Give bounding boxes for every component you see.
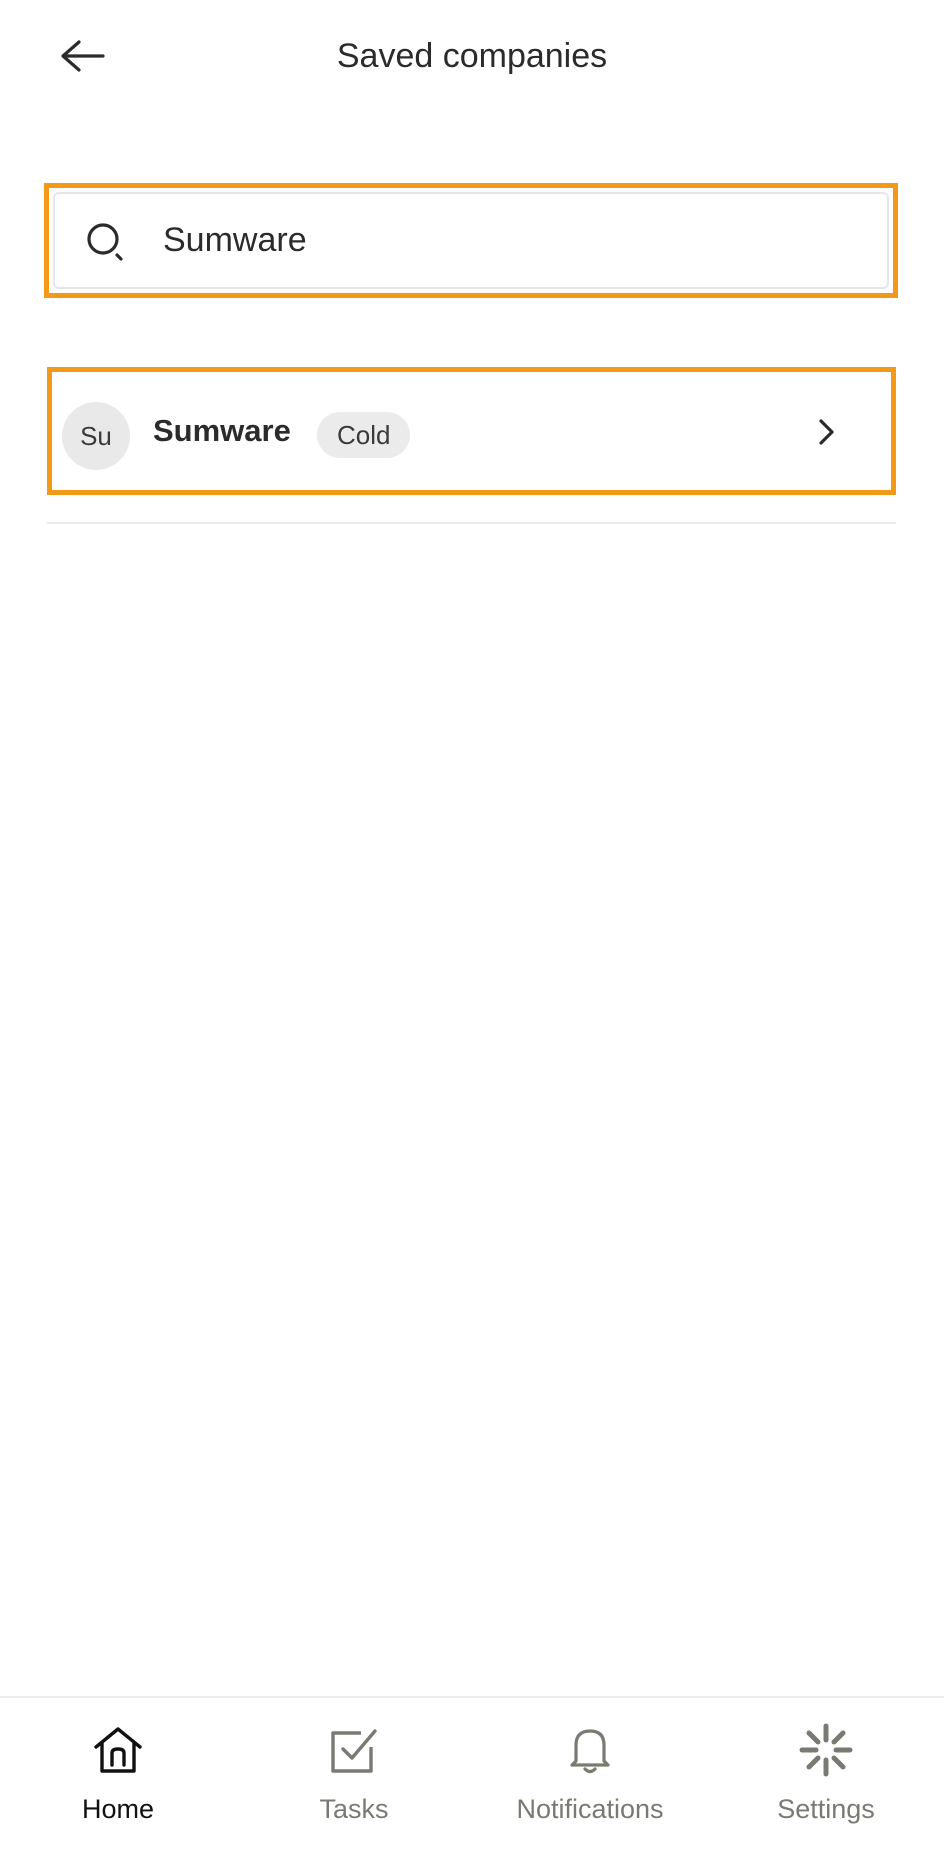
company-avatar: Su: [62, 402, 130, 470]
bottom-navigation: Home Tasks Notifications Settings: [0, 1696, 944, 1850]
page-title: Saved companies: [336, 37, 608, 75]
nav-item-settings[interactable]: Settings: [708, 1698, 944, 1850]
nav-item-notifications[interactable]: Notifications: [472, 1698, 708, 1850]
nav-label-home: Home: [81, 1794, 155, 1824]
settings-burst-icon: [798, 1722, 854, 1778]
search-highlight-frame: [44, 183, 898, 298]
nav-label-settings: Settings: [777, 1794, 875, 1824]
search-input[interactable]: [163, 194, 867, 287]
avatar-initials: Su: [80, 420, 112, 451]
chevron-right-icon: [811, 412, 843, 452]
nav-label-notifications: Notifications: [516, 1794, 664, 1824]
home-icon: [90, 1722, 146, 1778]
list-divider: [47, 522, 896, 524]
app-header: Saved companies: [0, 0, 944, 112]
task-check-icon: [326, 1722, 382, 1778]
nav-item-tasks[interactable]: Tasks: [236, 1698, 472, 1850]
search-icon: [87, 223, 123, 261]
status-badge: Cold: [317, 412, 411, 458]
bell-icon: [562, 1722, 618, 1778]
nav-item-home[interactable]: Home: [0, 1698, 236, 1850]
company-list-item[interactable]: Su Sumware Cold: [47, 367, 896, 495]
company-name: Sumware: [153, 413, 291, 448]
search-box[interactable]: [53, 192, 889, 289]
nav-label-tasks: Tasks: [319, 1794, 389, 1824]
